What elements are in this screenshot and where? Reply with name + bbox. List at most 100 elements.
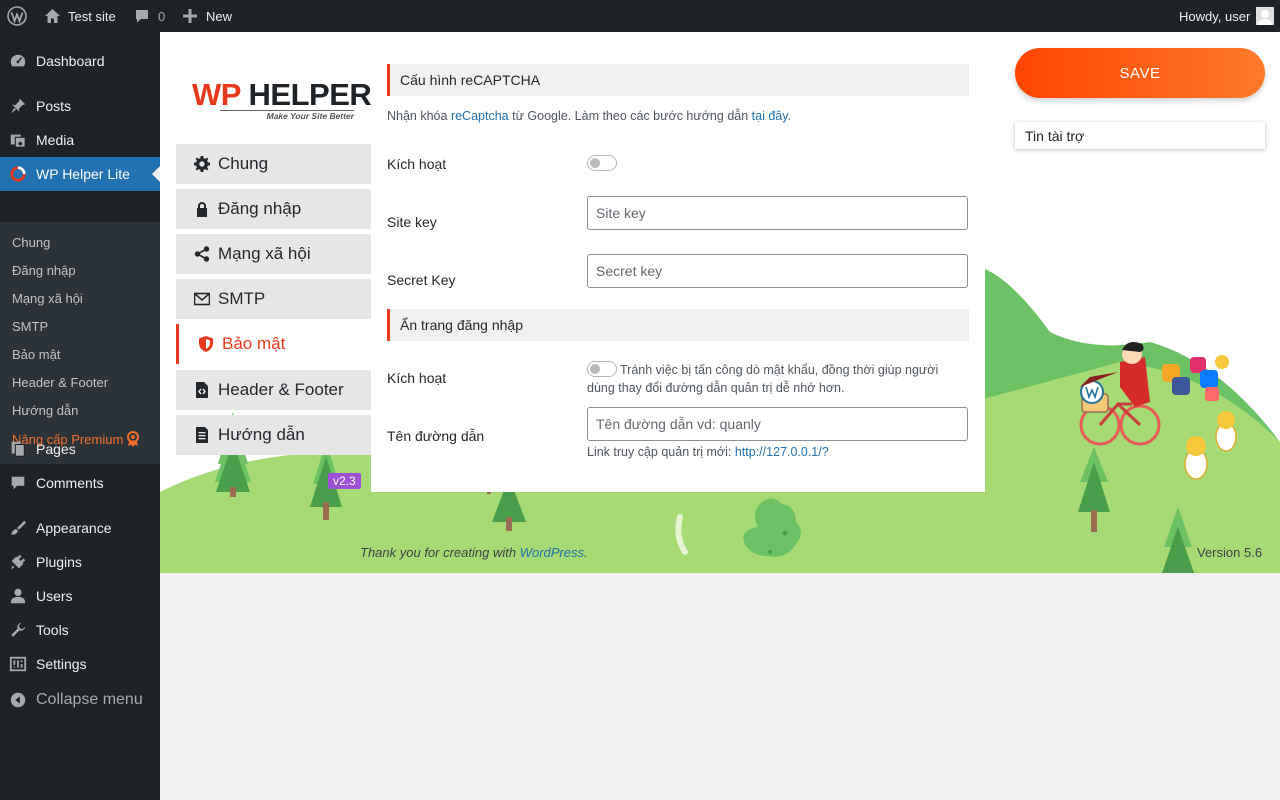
- recaptcha-enable-toggle[interactable]: [587, 155, 617, 171]
- recaptcha-link[interactable]: reCaptcha: [451, 109, 509, 123]
- hide-login-section-heading: Ẩn trang đăng nhập: [387, 309, 969, 341]
- my-account-link[interactable]: Howdy, user: [1179, 0, 1275, 32]
- submenu-item-chung[interactable]: Chung: [12, 235, 50, 250]
- tab-bao-mat[interactable]: Bảo mật: [176, 324, 371, 364]
- brush-icon: [0, 519, 36, 537]
- media-icon: [0, 131, 36, 149]
- admin-sidebar: Dashboard Posts Media WP Helper Lite Chu…: [0, 32, 160, 800]
- gear-icon: [194, 156, 218, 172]
- hide-login-hint: Tránh việc bị tấn công dò mật khẩu, đồng…: [587, 363, 939, 395]
- plug-icon: [0, 553, 36, 571]
- hide-login-enable-toggle[interactable]: [587, 361, 617, 377]
- howdy-text: Howdy, user: [1179, 8, 1251, 24]
- sidebar-item-label: Comments: [36, 475, 104, 491]
- sidebar-item-label: Appearance: [36, 520, 112, 536]
- site-name: Test site: [68, 8, 116, 24]
- helper-submenu: Chung Đăng nhập Mạng xã hội SMTP Bảo mật…: [0, 222, 160, 464]
- submenu-item-huong-dan[interactable]: Hướng dẫn: [12, 403, 78, 418]
- sidebar-item-plugins[interactable]: Plugins: [0, 545, 160, 579]
- sidebar-item-appearance[interactable]: Appearance: [0, 511, 160, 545]
- version-badge: v2.3: [328, 473, 361, 489]
- pages-icon: [0, 440, 36, 458]
- share-icon: [194, 246, 218, 262]
- sidebar-item-label: Settings: [36, 656, 87, 672]
- login-path-label: Tên đường dẫn: [387, 428, 485, 444]
- login-path-input[interactable]: [587, 407, 968, 441]
- tab-label: Mạng xã hội: [218, 244, 311, 263]
- secret-key-input[interactable]: [587, 254, 968, 288]
- footer-version: Version 5.6: [1197, 545, 1263, 560]
- site-key-label: Site key: [387, 214, 437, 230]
- new-admin-url-link[interactable]: http://127.0.0.1/?: [735, 445, 829, 459]
- sidebar-item-users[interactable]: Users: [0, 579, 160, 613]
- plus-icon: [182, 8, 198, 24]
- settings-icon: [0, 655, 36, 673]
- tab-label: Bảo mật: [222, 334, 286, 353]
- sidebar-item-media[interactable]: Media: [0, 123, 160, 157]
- sidebar-item-comments[interactable]: Comments: [0, 466, 160, 500]
- save-button[interactable]: SAVE: [1015, 48, 1265, 98]
- pin-icon: [0, 97, 36, 115]
- tab-mang-xa-hoi[interactable]: Mạng xã hội: [176, 234, 371, 274]
- logo-helper-text: HELPER: [248, 77, 372, 112]
- sidebar-item-settings[interactable]: Settings: [0, 647, 160, 681]
- submenu-item-header-footer[interactable]: Header & Footer: [12, 375, 108, 390]
- content-area: WP HELPER Make Your Site Better Chung Đă…: [160, 32, 1280, 573]
- dashboard-icon: [0, 52, 36, 70]
- submenu-item-smtp[interactable]: SMTP: [12, 319, 48, 334]
- footer-thanks: Thank you for creating with WordPress.: [360, 545, 588, 560]
- site-key-input[interactable]: [587, 196, 968, 230]
- tab-label: Header & Footer: [218, 380, 344, 399]
- new-label: New: [206, 8, 233, 24]
- sidebar-item-label: Users: [36, 588, 73, 604]
- submenu-item-mang-xa-hoi[interactable]: Mạng xã hội: [12, 291, 83, 306]
- sidebar-item-wp-helper-lite[interactable]: WP Helper Lite: [0, 157, 160, 191]
- collapse-menu-button[interactable]: Collapse menu: [0, 683, 160, 717]
- tab-huong-dan[interactable]: Hướng dẫn: [176, 415, 371, 455]
- tab-dang-nhap[interactable]: Đăng nhập: [176, 189, 371, 229]
- submenu-item-dang-nhap[interactable]: Đăng nhập: [12, 263, 76, 278]
- sidebar-item-label: Plugins: [36, 554, 82, 570]
- site-name-link[interactable]: Test site: [44, 0, 116, 32]
- sidebar-item-label: Tools: [36, 622, 69, 638]
- envelope-icon: [194, 291, 218, 307]
- document-icon: [194, 427, 218, 443]
- sidebar-item-label: Media: [36, 132, 75, 148]
- comments-link[interactable]: 0: [134, 0, 165, 32]
- wordpress-logo-icon[interactable]: [7, 0, 27, 32]
- tab-label: Đăng nhập: [218, 199, 302, 218]
- lock-icon: [194, 201, 218, 217]
- settings-panel: Cấu hình reCAPTCHA Nhận khóa reCaptcha t…: [371, 48, 985, 492]
- code-file-icon: [194, 382, 218, 398]
- home-icon: [44, 8, 61, 24]
- recaptcha-section-heading: Cấu hình reCAPTCHA: [387, 64, 969, 96]
- sidebar-item-tools[interactable]: Tools: [0, 613, 160, 647]
- tab-label: SMTP: [218, 289, 266, 308]
- sidebar-item-label: Collapse menu: [36, 691, 143, 708]
- sidebar-item-pages[interactable]: Pages: [0, 432, 160, 466]
- tab-smtp[interactable]: SMTP: [176, 279, 371, 319]
- secret-key-label: Secret Key: [387, 272, 456, 288]
- wp-helper-logo: WP HELPER Make Your Site Better: [192, 79, 372, 121]
- submenu-item-bao-mat[interactable]: Bảo mật: [12, 347, 60, 362]
- tab-chung[interactable]: Chung: [176, 144, 371, 184]
- comments-count: 0: [158, 8, 166, 24]
- hide-login-enable-label: Kích hoạt: [387, 370, 447, 386]
- sidebar-item-label: WP Helper Lite: [36, 166, 130, 182]
- tab-label: Chung: [218, 154, 269, 173]
- sidebar-item-label: Dashboard: [36, 53, 105, 69]
- recaptcha-enable-label: Kích hoạt: [387, 156, 447, 172]
- new-content-link[interactable]: New: [182, 0, 232, 32]
- wrench-icon: [0, 621, 36, 639]
- sidebar-item-posts[interactable]: Posts: [0, 89, 160, 123]
- new-admin-link-text: Link truy cập quản trị mới: http://127.0…: [587, 445, 829, 459]
- sidebar-item-label: Posts: [36, 98, 72, 114]
- guide-link[interactable]: tại đây: [752, 109, 788, 123]
- wordpress-link[interactable]: WordPress: [520, 545, 584, 560]
- sidebar-item-label: Pages: [36, 441, 76, 457]
- comment-icon: [0, 474, 36, 492]
- helper-icon: [0, 165, 36, 183]
- collapse-icon: [0, 691, 36, 709]
- sidebar-item-dashboard[interactable]: Dashboard: [0, 44, 160, 78]
- tab-header-footer[interactable]: Header & Footer: [176, 370, 371, 410]
